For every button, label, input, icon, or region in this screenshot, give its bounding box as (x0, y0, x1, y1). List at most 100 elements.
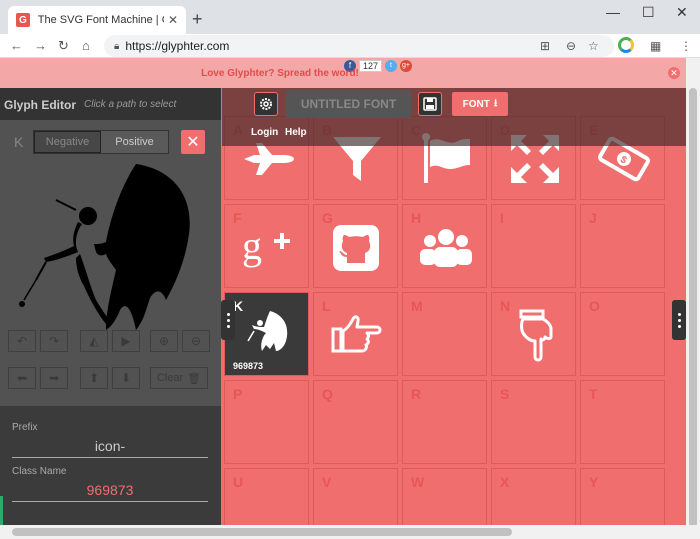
move-left-button[interactable]: ⬅ (8, 367, 36, 389)
glyph-cell-f[interactable]: F g (224, 204, 309, 288)
google-plus-icon: g (242, 223, 290, 268)
glyph-cell-t[interactable]: T (580, 380, 665, 464)
minimize-icon[interactable]: — (606, 4, 620, 20)
editor-title: Glyph Editor (4, 98, 76, 112)
cell-letter: P (233, 386, 243, 402)
editor-header: Glyph Editor Click a path to select (0, 88, 221, 120)
glyph-cell-w[interactable]: W (402, 468, 487, 525)
glyph-code: 969873 (233, 361, 264, 371)
font-toolbar: UNTITLED FONT FONT ⭳ Login Help (222, 88, 686, 146)
banner-text: Love Glyphter? Spread the word! (201, 68, 359, 79)
redo-button[interactable]: ↷ (40, 330, 68, 352)
glyph-cell-k[interactable]: K 969873 (224, 292, 309, 376)
edge-indicator (0, 496, 3, 525)
editor-resize-handle[interactable] (221, 300, 235, 340)
glyph-preview-fairy[interactable] (16, 160, 206, 335)
horizontal-scroll-thumb[interactable] (12, 528, 512, 536)
menu-dots-icon[interactable]: ⋮ (680, 39, 692, 53)
window-close-icon[interactable]: ✕ (676, 4, 688, 21)
users-icon (420, 229, 472, 267)
extension-calendar-icon[interactable]: ▦ (650, 39, 661, 53)
flip-vertical-button[interactable]: ▶ (112, 330, 140, 352)
font-button-label: FONT (462, 98, 490, 110)
back-icon[interactable]: ← (10, 38, 23, 53)
browser-tabbar: G The SVG Font Machine | Glyphter ✕ + — … (0, 0, 700, 34)
zoom-out-button[interactable]: ⊖ (182, 330, 210, 352)
reload-icon[interactable]: ↻ (58, 38, 69, 54)
glyph-cell-y[interactable]: Y (580, 468, 665, 525)
tab-close-icon[interactable]: ✕ (168, 13, 178, 27)
hand-pointer-right-icon (331, 315, 382, 353)
download-font-button[interactable]: FONT ⭳ (452, 92, 508, 116)
translate-icon[interactable]: ⊞ (540, 39, 550, 53)
glyph-cell-l[interactable]: L (313, 292, 398, 376)
move-down-button[interactable]: ⬇ (112, 367, 140, 389)
vertical-scrollbar[interactable] (686, 58, 700, 528)
settings-button[interactable] (254, 92, 278, 116)
maximize-icon[interactable]: ☐ (642, 4, 655, 21)
bookmark-star-icon[interactable]: ☆ (588, 39, 599, 53)
move-right-button[interactable]: ➡ (40, 367, 68, 389)
glyph-cell-n[interactable]: N (491, 292, 576, 376)
forward-icon[interactable]: → (34, 38, 47, 53)
flip-horizontal-button[interactable]: ◭ (80, 330, 108, 352)
login-link[interactable]: Login (251, 127, 278, 138)
undo-button[interactable]: ↶ (8, 330, 36, 352)
clear-button[interactable]: Clear 🗑︎ (150, 367, 208, 389)
cell-letter: M (411, 298, 423, 314)
share-banner: f 127 t g+ Love Glyphter? Spread the wor… (0, 58, 686, 88)
cell-letter: T (589, 386, 598, 402)
tab-title: The SVG Font Machine | Glyphter (37, 14, 164, 26)
glyph-cell-q[interactable]: Q (313, 380, 398, 464)
glyph-cell-m[interactable]: M (402, 292, 487, 376)
glyph-cell-o[interactable]: O (580, 292, 665, 376)
glyph-cell-u[interactable]: U (224, 468, 309, 525)
glyph-cell-v[interactable]: V (313, 468, 398, 525)
vertical-scroll-thumb[interactable] (689, 88, 697, 528)
new-tab-icon[interactable]: + (192, 9, 203, 30)
cell-letter: Y (589, 474, 599, 490)
glyph-editor-panel: Glyph Editor Click a path to select K Ne… (0, 88, 221, 525)
save-button[interactable] (418, 92, 442, 116)
glyphter-favicon-icon: G (16, 13, 30, 27)
glyph-letter: K (14, 134, 24, 150)
glyph-cell-h[interactable]: H (402, 204, 487, 288)
negative-toggle[interactable]: Negative (34, 131, 102, 153)
help-link[interactable]: Help (285, 127, 307, 138)
address-bar[interactable]: 🔒︎ https://glyphter.com (104, 35, 614, 57)
glyph-cell-g[interactable]: G (313, 204, 398, 288)
positive-toggle[interactable]: Positive (101, 131, 168, 153)
cell-letter: O (589, 298, 600, 314)
glyph-cell-j[interactable]: J (580, 204, 665, 288)
glyph-cell-x[interactable]: X (491, 468, 576, 525)
glyph-cell-s[interactable]: S (491, 380, 576, 464)
floppy-disk-icon (423, 97, 437, 111)
zoom-icon[interactable]: ⊖ (566, 39, 576, 53)
cell-letter: S (500, 386, 510, 402)
glyph-fields: Prefix icon- Class Name 969873 (0, 406, 221, 525)
horizontal-scrollbar[interactable] (0, 525, 700, 539)
glyph-cell-r[interactable]: R (402, 380, 487, 464)
banner-close-icon[interactable]: ✕ (668, 67, 680, 79)
home-icon[interactable]: ⌂ (82, 38, 90, 53)
close-editor-button[interactable]: ✕ (181, 130, 205, 154)
download-arrow-icon: ⭳ (493, 97, 498, 109)
glyph-cell-p[interactable]: P (224, 380, 309, 464)
fairy-icon (247, 311, 288, 351)
move-up-button[interactable]: ⬆ (80, 367, 108, 389)
cell-letter: R (411, 386, 422, 402)
zoom-in-button[interactable]: ⊕ (150, 330, 178, 352)
clear-label: Clear (156, 372, 184, 384)
glyph-cell-i[interactable]: I (491, 204, 576, 288)
extension-icon[interactable] (618, 37, 634, 53)
trash-icon: 🗑︎ (187, 372, 202, 385)
browser-tab[interactable]: G The SVG Font Machine | Glyphter ✕ (8, 6, 186, 34)
cell-letter: I (500, 210, 504, 226)
classname-input[interactable]: 969873 (12, 482, 208, 502)
font-name-input[interactable]: UNTITLED FONT (286, 90, 411, 118)
github-icon (333, 225, 379, 271)
prefix-input[interactable]: icon- (12, 438, 208, 458)
right-panel-handle[interactable] (672, 300, 686, 340)
cell-letter: U (233, 474, 244, 490)
cell-letter: W (411, 474, 425, 490)
